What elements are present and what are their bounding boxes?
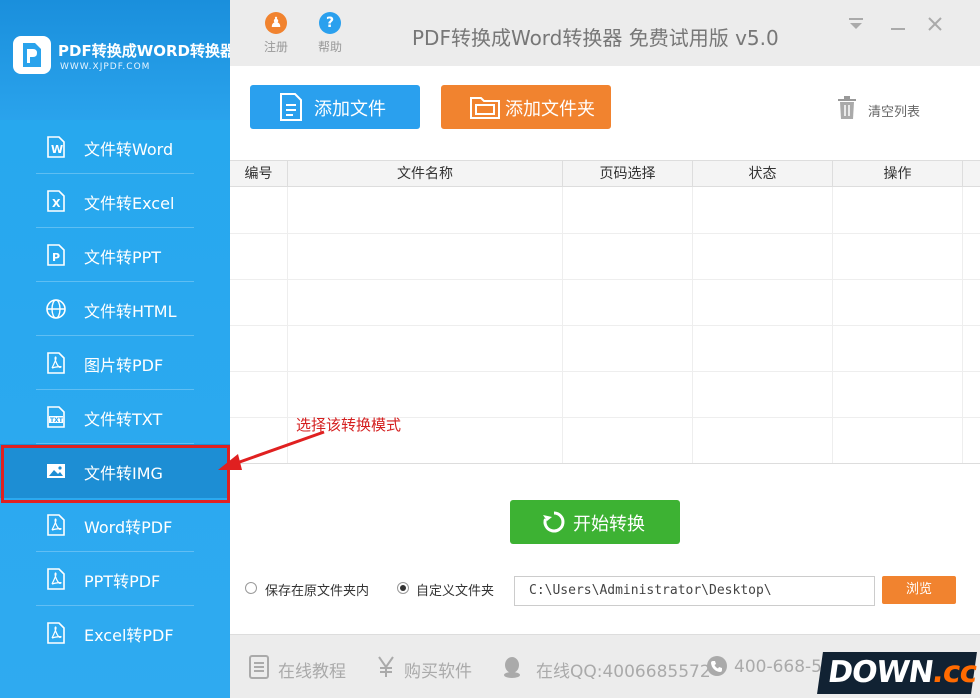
excel-file-icon: X	[47, 190, 65, 212]
table-row	[230, 233, 980, 234]
document-icon	[280, 93, 302, 121]
sidebar-item-file-to-html[interactable]: 文件转HTML	[0, 282, 230, 336]
online-qq-text[interactable]: 在线QQ:4006685572	[536, 657, 711, 682]
watermark-main: DOWN	[825, 655, 936, 690]
svg-text:X: X	[52, 197, 61, 210]
word-file-icon: W	[47, 136, 65, 158]
trash-icon	[838, 96, 856, 119]
phone-icon	[707, 656, 727, 676]
yen-icon	[378, 656, 394, 677]
site-watermark-logo: DOWN.cc	[817, 652, 980, 694]
browse-button[interactable]: 浏览	[882, 576, 956, 604]
save-custom-radio[interactable]	[397, 582, 409, 594]
pdf-file-icon	[47, 568, 65, 590]
save-original-label: 保存在原文件夹内	[265, 584, 370, 599]
sidebar-item-label: 文件转PPT	[84, 248, 162, 267]
brand-url: WWW.XJPDF.COM	[60, 62, 151, 72]
table-row	[230, 325, 980, 326]
sidebar-item-label: Word转PDF	[84, 518, 173, 537]
annotation-text: 选择该转换模式	[296, 416, 402, 434]
column-header-actions[interactable]: 操作	[833, 161, 963, 187]
save-original-radio[interactable]	[245, 582, 257, 594]
sidebar-item-label: 文件转HTML	[84, 302, 177, 321]
sidebar-item-label: PPT转PDF	[84, 572, 161, 591]
clear-list-button[interactable]: 清空列表	[836, 96, 920, 124]
sidebar-item-file-to-txt[interactable]: TXT 文件转TXT	[0, 390, 230, 444]
buy-software-link[interactable]: 购买软件	[404, 657, 472, 682]
add-folder-label: 添加文件夹	[505, 99, 595, 120]
column-header-number[interactable]: 编号	[230, 161, 288, 187]
register-label: 注册	[263, 40, 288, 54]
help-icon: ?	[319, 12, 341, 34]
pdf-file-icon	[47, 514, 65, 536]
column-header-status[interactable]: 状态	[693, 161, 833, 187]
sidebar-item-file-to-ppt[interactable]: P 文件转PPT	[0, 228, 230, 282]
help-button[interactable]: ? 帮助	[310, 12, 350, 55]
add-file-button[interactable]: 添加文件	[250, 85, 420, 129]
folder-icon	[470, 97, 500, 119]
minimize-icon[interactable]	[890, 16, 906, 37]
refresh-icon	[543, 511, 565, 533]
pdf-file-icon	[47, 352, 65, 374]
svg-text:W: W	[51, 143, 63, 156]
svg-text:TXT: TXT	[50, 417, 64, 424]
divider	[230, 463, 980, 464]
sidebar-item-file-to-img[interactable]: 文件转IMG	[0, 444, 230, 503]
sidebar: PDF转换成WORD转换器 WWW.XJPDF.COM W 文件转Word X …	[0, 0, 235, 698]
output-path-field[interactable]: C:\Users\Administrator\Desktop\	[514, 576, 875, 606]
app-logo-icon	[13, 36, 51, 74]
table-row	[230, 279, 980, 280]
pdf-file-icon	[47, 622, 65, 644]
qq-icon	[504, 657, 520, 678]
sidebar-item-label: 文件转IMG	[84, 464, 163, 483]
title-bar: ♟ 注册 ? 帮助 PDF转换成Word转换器 免费试用版 v5.0	[230, 0, 980, 66]
image-icon	[47, 464, 65, 478]
brand-header: PDF转换成WORD转换器 WWW.XJPDF.COM	[0, 0, 235, 120]
user-icon: ♟	[265, 12, 287, 34]
globe-icon	[46, 299, 66, 319]
clear-list-label: 清空列表	[868, 105, 921, 120]
table-row	[230, 371, 980, 372]
sidebar-item-label: 图片转PDF	[84, 356, 164, 375]
conversion-menu: W 文件转Word X 文件转Excel P 文件转PPT 文件转HTML 图片…	[0, 120, 230, 660]
menu-dropdown-icon[interactable]	[848, 16, 864, 37]
sidebar-item-file-to-word[interactable]: W 文件转Word	[0, 120, 230, 174]
brand-title: PDF转换成WORD转换器	[58, 42, 235, 60]
phone-number-text: 400-668-55	[734, 657, 833, 677]
register-button[interactable]: ♟ 注册	[256, 12, 296, 55]
sidebar-item-word-to-pdf[interactable]: Word转PDF	[0, 498, 230, 552]
sidebar-item-ppt-to-pdf[interactable]: PPT转PDF	[0, 552, 230, 606]
column-header-page-select[interactable]: 页码选择	[563, 161, 693, 187]
online-tutorial-link[interactable]: 在线教程	[278, 657, 346, 682]
ppt-file-icon: P	[47, 244, 65, 266]
tutorial-icon	[249, 655, 269, 679]
help-label: 帮助	[317, 40, 342, 54]
sidebar-item-label: 文件转Excel	[84, 194, 175, 213]
column-header-filename[interactable]: 文件名称	[288, 161, 563, 187]
add-folder-button[interactable]: 添加文件夹	[441, 85, 611, 129]
annotation-arrow-icon	[218, 430, 325, 470]
txt-file-icon: TXT	[47, 406, 65, 428]
sidebar-item-file-to-excel[interactable]: X 文件转Excel	[0, 174, 230, 228]
sidebar-item-image-to-pdf[interactable]: 图片转PDF	[0, 336, 230, 390]
sidebar-item-excel-to-pdf[interactable]: Excel转PDF	[0, 606, 230, 660]
table-header: 编号 文件名称 页码选择 状态 操作	[230, 161, 980, 187]
save-custom-label: 自定义文件夹	[416, 584, 495, 599]
sidebar-item-label: 文件转TXT	[84, 410, 163, 429]
start-convert-label: 开始转换	[573, 514, 645, 535]
watermark-suffix: .cc	[930, 655, 980, 690]
sidebar-item-label: Excel转PDF	[84, 626, 174, 645]
start-convert-button[interactable]: 开始转换	[510, 500, 680, 544]
app-title: PDF转换成Word转换器 免费试用版 v5.0	[412, 26, 779, 50]
svg-text:P: P	[52, 251, 60, 264]
close-icon[interactable]	[927, 16, 943, 37]
sidebar-item-label: 文件转Word	[84, 140, 174, 159]
add-file-label: 添加文件	[314, 99, 386, 120]
